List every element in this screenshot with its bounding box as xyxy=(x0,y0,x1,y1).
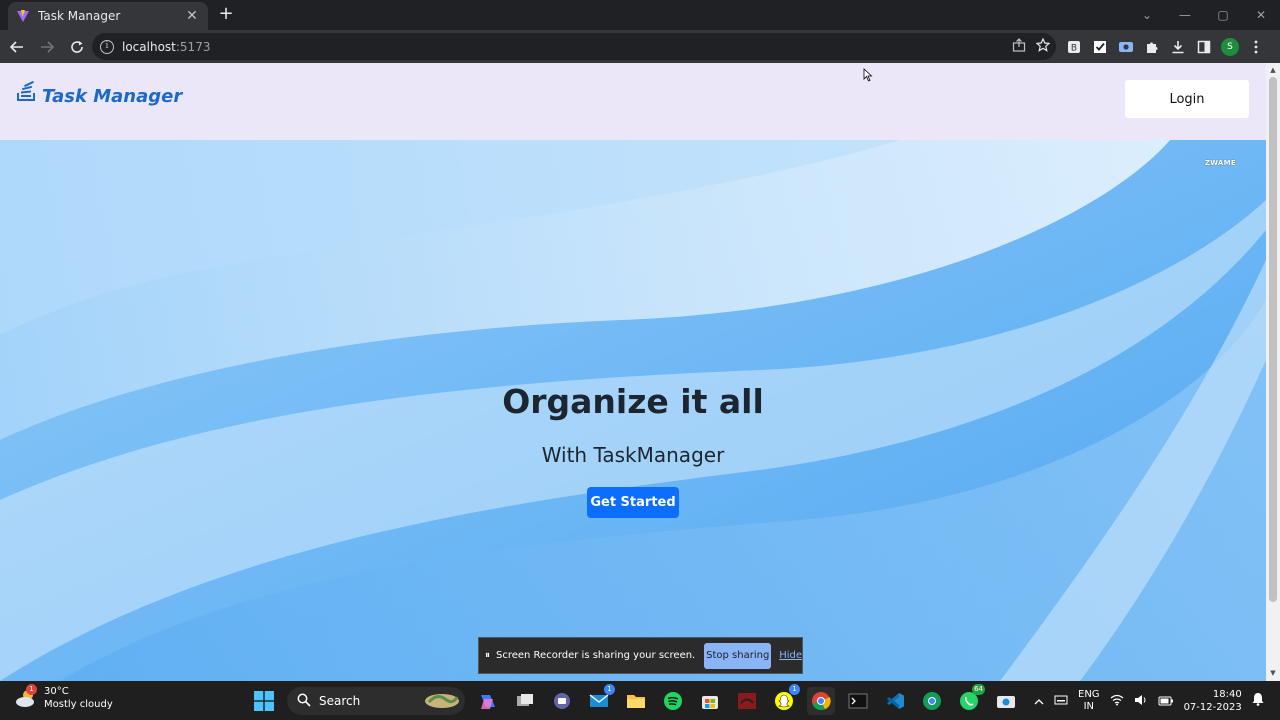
whatsapp-icon[interactable]: 64 xyxy=(955,684,985,715)
language-top: ENG xyxy=(1078,688,1100,700)
search-icon xyxy=(297,692,311,711)
vite-icon xyxy=(16,9,30,23)
get-started-button[interactable]: Get Started xyxy=(587,487,679,518)
browser-tab[interactable]: Task Manager ✕ xyxy=(8,2,208,30)
wifi-icon[interactable] xyxy=(1110,691,1124,710)
profile-avatar[interactable]: S xyxy=(1220,37,1240,57)
screen-share-bar: ⏸ Screen Recorder is sharing your screen… xyxy=(478,637,803,674)
site-info-icon[interactable]: i xyxy=(100,39,114,54)
browser-tabstrip: Task Manager ✕ + ⌄ — ▢ ✕ xyxy=(0,0,1280,30)
windows-taskbar: 1 30°C Mostly cloudy Search 1 1 64 ENG I… xyxy=(0,681,1280,720)
search-highlight-icon xyxy=(423,689,461,713)
mouse-cursor-icon xyxy=(863,67,873,86)
keyboard-icon[interactable] xyxy=(1054,691,1068,710)
file-explorer-icon[interactable] xyxy=(622,687,650,715)
address-bar[interactable]: i localhost:5173 xyxy=(92,33,1056,60)
search-label: Search xyxy=(319,694,361,708)
scroll-down-icon[interactable]: ▼ xyxy=(1269,669,1277,677)
weather-widget[interactable]: 1 30°C Mostly cloudy xyxy=(14,684,113,711)
url-port: :5173 xyxy=(175,39,211,54)
taskbar-clock[interactable]: 18:40 07-12-2023 xyxy=(1184,688,1242,714)
taskbar-apps: Search 1 1 64 xyxy=(250,684,1020,718)
minimize-icon[interactable]: — xyxy=(1166,8,1204,22)
bookmark-star-icon[interactable] xyxy=(1035,37,1051,56)
snapchat-icon[interactable]: 1 xyxy=(770,684,800,715)
scroll-thumb[interactable] xyxy=(1269,77,1277,602)
spotify-icon[interactable] xyxy=(659,687,687,715)
chevron-up-icon[interactable] xyxy=(1034,691,1044,710)
camera-app-icon[interactable] xyxy=(992,687,1020,715)
chrome-icon[interactable] xyxy=(807,687,835,715)
back-icon[interactable] xyxy=(4,34,30,60)
url-host: localhost xyxy=(122,39,176,54)
chrome-profile-icon[interactable] xyxy=(918,687,946,715)
extension-screen-icon[interactable] xyxy=(1116,37,1136,57)
mail-badge: 1 xyxy=(604,684,615,695)
chat-badge: 1 xyxy=(789,684,800,695)
hero-section: ZWAME Organize it all With TaskManager G… xyxy=(0,140,1266,681)
rar-app-icon[interactable] xyxy=(733,687,761,715)
tab-close-icon[interactable]: ✕ xyxy=(184,8,200,24)
language-bottom: IN xyxy=(1083,700,1094,712)
share-message: Screen Recorder is sharing your screen. xyxy=(496,650,696,661)
terminal-icon[interactable] xyxy=(844,687,872,715)
weather-temp: 30°C xyxy=(44,686,69,697)
language-indicator[interactable]: ENG IN xyxy=(1078,689,1100,713)
microsoft-store-icon[interactable] xyxy=(696,687,724,715)
windows-start-icon[interactable] xyxy=(250,687,278,715)
corner-watermark: ZWAME xyxy=(1204,159,1236,167)
volume-icon[interactable] xyxy=(1134,691,1148,710)
brand-link[interactable]: Task Manager xyxy=(16,79,182,107)
copilot-icon[interactable] xyxy=(474,687,502,715)
hero-title: Organize it all xyxy=(502,382,764,421)
extension-check-icon[interactable] xyxy=(1090,37,1110,57)
battery-icon[interactable] xyxy=(1158,691,1174,710)
extensions-bar: B S xyxy=(1064,33,1266,60)
teams-chat-icon[interactable] xyxy=(548,687,576,715)
mail-icon[interactable]: 1 xyxy=(585,684,615,715)
tab-title: Task Manager xyxy=(38,9,121,23)
clock-time: 18:40 xyxy=(1212,688,1242,700)
scroll-up-icon[interactable]: ▲ xyxy=(1269,66,1277,74)
site-navbar: Task Manager Login xyxy=(0,63,1266,140)
stop-sharing-button[interactable]: Stop sharing xyxy=(704,642,772,669)
tab-search-icon[interactable]: ⌄ xyxy=(1128,8,1166,22)
hero-subtitle: With TaskManager xyxy=(541,443,725,467)
weather-desc: Mostly cloudy xyxy=(44,699,113,710)
maximize-icon[interactable]: ▢ xyxy=(1204,8,1242,22)
web-page: Task Manager Login ZWAME Organize it all… xyxy=(0,63,1266,681)
notification-bell-icon[interactable] xyxy=(1252,691,1264,710)
svg-text:B: B xyxy=(1071,43,1077,53)
forward-icon[interactable] xyxy=(34,34,60,60)
more-menu-icon[interactable] xyxy=(1246,37,1266,57)
download-icon[interactable] xyxy=(1168,37,1188,57)
system-tray: ENG IN 18:40 07-12-2023 xyxy=(1034,681,1264,720)
whatsapp-badge: 64 xyxy=(972,684,985,695)
task-view-icon[interactable] xyxy=(511,687,539,715)
brand-name: Task Manager xyxy=(42,86,183,107)
cloudy-weather-icon: 1 xyxy=(14,684,38,710)
new-tab-icon[interactable]: + xyxy=(216,4,236,24)
extension-b-icon[interactable]: B xyxy=(1064,37,1084,57)
window-controls: ⌄ — ▢ ✕ xyxy=(1128,0,1280,30)
weather-badge: 1 xyxy=(26,684,37,695)
page-scrollbar[interactable]: ▲ ▼ xyxy=(1266,63,1280,681)
clock-date: 07-12-2023 xyxy=(1183,701,1242,713)
hide-link[interactable]: Hide xyxy=(779,650,802,661)
profile-initial: S xyxy=(1221,37,1239,56)
stacked-lines-icon xyxy=(16,79,38,107)
taskbar-search[interactable]: Search xyxy=(287,687,465,715)
share-icon[interactable] xyxy=(1012,37,1026,56)
pause-icon: ⏸ xyxy=(485,650,490,661)
browser-toolbar: i localhost:5173 B S xyxy=(0,30,1280,63)
side-panel-icon[interactable] xyxy=(1194,37,1214,57)
vscode-icon[interactable] xyxy=(881,687,909,715)
extensions-puzzle-icon[interactable] xyxy=(1142,37,1162,57)
login-button[interactable]: Login xyxy=(1125,80,1249,118)
reload-icon[interactable] xyxy=(64,34,90,60)
close-window-icon[interactable]: ✕ xyxy=(1242,8,1280,22)
